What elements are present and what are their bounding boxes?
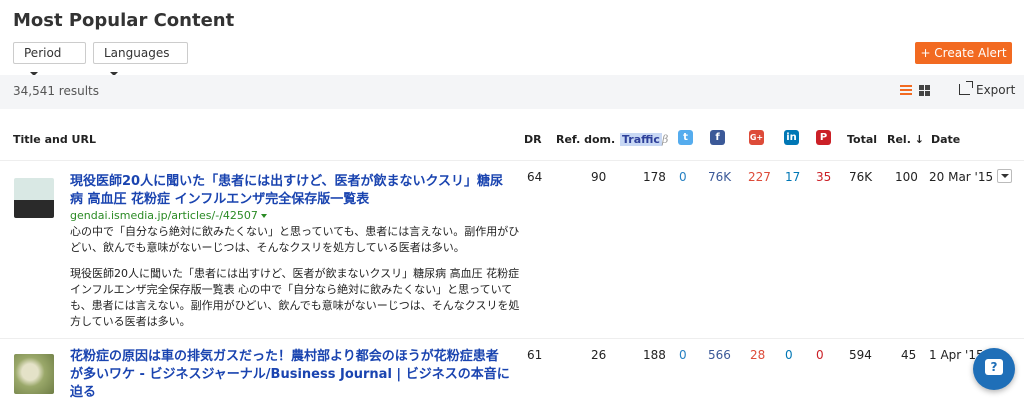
- ref-dom-value: 26: [591, 348, 607, 362]
- beta-badge: β: [661, 133, 669, 146]
- article-thumbnail[interactable]: [14, 178, 54, 218]
- period-dropdown[interactable]: Period: [13, 42, 86, 76]
- total-value: 594: [849, 348, 872, 362]
- pinterest-value: 35: [816, 170, 832, 184]
- google-plus-icon[interactable]: G+: [749, 130, 764, 145]
- pinterest-value: 0: [816, 348, 824, 362]
- export-button[interactable]: Export: [959, 81, 1016, 97]
- date-value: 20 Mar '15: [929, 170, 994, 184]
- question-icon: ?: [985, 359, 1003, 375]
- col-total[interactable]: Total: [847, 133, 877, 146]
- dr-value: 64: [527, 170, 543, 184]
- languages-label: Languages: [104, 46, 170, 60]
- col-rel[interactable]: Rel. ↓: [887, 133, 924, 146]
- article-snippet: 心の中で「自分なら絶対に飲みたくない」と思っていても、患者には言えない。副作用が…: [70, 225, 520, 254]
- ref-dom-value: 90: [591, 170, 607, 184]
- article-thumbnail[interactable]: [14, 354, 54, 394]
- article-title-link[interactable]: 現役医師20人に聞いた「患者には出すけど、医者が飲まないクスリ」糖尿病 高血圧 …: [70, 173, 510, 209]
- col-ref-dom[interactable]: Ref. dom.: [556, 133, 615, 146]
- facebook-icon[interactable]: f: [710, 130, 725, 145]
- google-plus-value: 227: [748, 170, 771, 184]
- grid-view-icon[interactable]: [919, 85, 931, 97]
- page-title: Most Popular Content: [13, 10, 235, 31]
- article-url[interactable]: gendai.ismedia.jp/articles/-/42507: [70, 209, 267, 222]
- rel-value: 100: [895, 170, 918, 184]
- linkedin-value: 17: [785, 170, 801, 184]
- col-dr[interactable]: DR: [524, 133, 542, 146]
- dr-value: 61: [527, 348, 543, 362]
- col-date[interactable]: Date: [931, 133, 960, 146]
- col-title-url[interactable]: Title and URL: [13, 133, 96, 146]
- results-count: 34,541 results: [13, 84, 100, 98]
- languages-dropdown[interactable]: Languages: [93, 42, 188, 76]
- twitter-value: 0: [679, 348, 687, 362]
- article-url-text: gendai.ismedia.jp/articles/-/42507: [70, 209, 258, 222]
- list-view-icon[interactable]: [900, 85, 912, 97]
- rel-value: 45: [901, 348, 917, 362]
- facebook-value: 566: [708, 348, 731, 362]
- article-snippet-extended: 現役医師20人に聞いた「患者には出すけど、医者が飲まないクスリ」糖尿病 高血圧 …: [70, 267, 520, 328]
- col-traffic-label: Traffic: [620, 133, 662, 146]
- table-header: Title and URL DR Ref. dom. Traffic β t f …: [0, 128, 1024, 152]
- linkedin-icon[interactable]: in: [784, 130, 799, 145]
- row-expand-button[interactable]: [997, 169, 1012, 183]
- article-title-link[interactable]: 花粉症の原因は車の排気ガスだった！農村部より都会のほうが花粉症患者が多いワケ -…: [70, 348, 510, 402]
- period-label: Period: [24, 46, 62, 60]
- help-chat-button[interactable]: ?: [973, 348, 1015, 390]
- col-traffic[interactable]: Traffic β: [620, 133, 668, 146]
- linkedin-value: 0: [785, 348, 793, 362]
- create-alert-button[interactable]: + Create Alert: [915, 42, 1012, 64]
- export-icon: [959, 81, 973, 95]
- top-bar: Most Popular Content Period Languages + …: [0, 0, 1024, 76]
- row-divider: [0, 338, 1024, 339]
- total-value: 76K: [849, 170, 873, 184]
- pinterest-icon[interactable]: P: [816, 130, 831, 145]
- chevron-down-icon: [260, 214, 267, 218]
- traffic-value: 178: [643, 170, 666, 184]
- export-label: Export: [976, 83, 1016, 97]
- row-divider: [0, 160, 1024, 161]
- traffic-value: 188: [643, 348, 666, 362]
- twitter-value: 0: [679, 170, 687, 184]
- twitter-icon[interactable]: t: [678, 130, 693, 145]
- google-plus-value: 28: [750, 348, 766, 362]
- results-bar: 34,541 results Export: [0, 75, 1024, 109]
- facebook-value: 76K: [708, 170, 732, 184]
